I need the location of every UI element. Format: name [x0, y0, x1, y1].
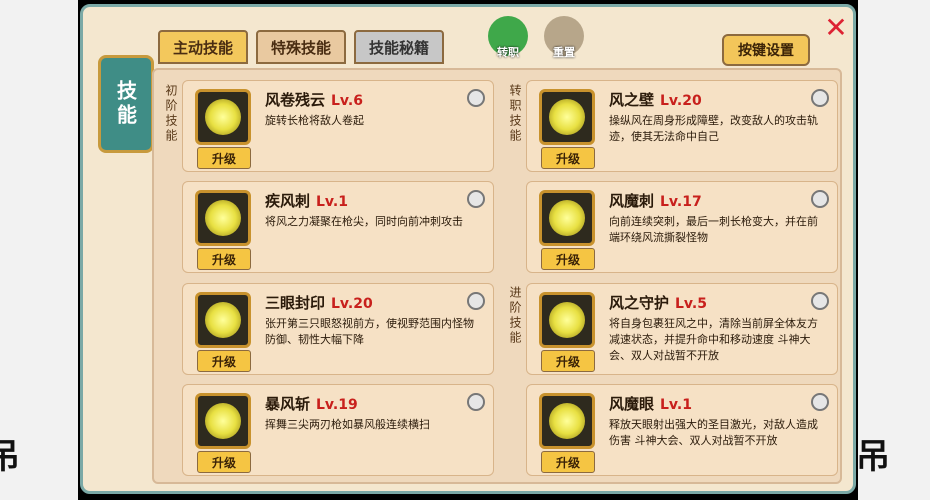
section-label-transfer: 转职技能	[508, 84, 522, 144]
skill-name-line: 三眼封印 Lv.20	[265, 292, 373, 313]
transfer-icon[interactable]: 转职	[488, 16, 528, 59]
skill-name: 暴风斩	[265, 395, 311, 413]
skill-icon[interactable]	[195, 190, 251, 246]
skill-name: 风之守护	[609, 294, 670, 312]
skill-card[interactable]: 升级 风魔刺 Lv.17 向前连续突刺，最后一刺长枪变大，并在前端环绕风流撕裂怪物	[526, 181, 838, 273]
skill-description: 挥舞三尖两刃枪如暴风般连续横扫	[265, 418, 430, 431]
skill-name: 风魔眼	[609, 395, 655, 413]
skill-level: Lv.5	[675, 296, 707, 312]
detail-toggle-icon[interactable]	[811, 393, 829, 411]
skill-icon[interactable]	[539, 89, 595, 145]
skill-description: 将风之力凝聚在枪尖，同时向前冲刺攻击	[265, 215, 463, 228]
skill-description: 将自身包裹狂风之中，清除当前屏全体友方减速状态，并提升命中和移动速度 斗神大会、…	[609, 317, 818, 362]
wind-glow-icon	[205, 403, 241, 439]
skill-description: 操纵风在周身形成障壁，改变敌人的攻击轨迹，使其无法命中自己	[609, 114, 818, 143]
skill-name-line: 风魔眼 Lv.1	[609, 393, 692, 414]
skill-name: 风魔刺	[609, 192, 655, 210]
detail-toggle-icon[interactable]	[467, 190, 485, 208]
skill-level: Lv.20	[331, 296, 373, 312]
reset-label: 重置	[553, 46, 575, 59]
skill-icon[interactable]	[195, 393, 251, 449]
upgrade-button[interactable]: 升级	[541, 147, 595, 169]
skill-icon[interactable]	[539, 190, 595, 246]
skill-name: 风之壁	[609, 91, 655, 109]
wind-glow-icon	[205, 200, 241, 236]
skill-card[interactable]: 升级 三眼封印 Lv.20 张开第三只眼怒视前方，使视野范围内怪物防御、韧性大幅下降	[182, 283, 494, 375]
skill-name-line: 风之守护 Lv.5	[609, 292, 707, 313]
section-label-basic: 初阶技能	[164, 84, 178, 144]
right-side-text: 吊	[858, 437, 890, 477]
skill-description: 张开第三只眼怒视前方，使视野范围内怪物防御、韧性大幅下降	[265, 317, 474, 346]
tab-special-skills[interactable]: 特殊技能	[256, 30, 346, 64]
skill-level: Lv.1	[660, 397, 692, 413]
skill-name-line: 暴风斩 Lv.19	[265, 393, 358, 414]
skill-icon[interactable]	[195, 89, 251, 145]
skill-name-line: 风魔刺 Lv.17	[609, 190, 702, 211]
skill-card[interactable]: 升级 暴风斩 Lv.19 挥舞三尖两刃枪如暴风般连续横扫	[182, 384, 494, 476]
skill-level: Lv.1	[316, 194, 348, 210]
upgrade-button[interactable]: 升级	[197, 248, 251, 270]
detail-toggle-icon[interactable]	[811, 292, 829, 310]
upgrade-button[interactable]: 升级	[541, 248, 595, 270]
wind-glow-icon	[549, 403, 585, 439]
detail-toggle-icon[interactable]	[811, 89, 829, 107]
skill-icon[interactable]	[539, 393, 595, 449]
left-side-text: 吊	[0, 437, 20, 477]
skill-name-line: 风之壁 Lv.20	[609, 89, 702, 110]
skill-card[interactable]: 升级 风卷残云 Lv.6 旋转长枪将敌人卷起	[182, 80, 494, 172]
right-side-image: 吊	[858, 0, 930, 500]
skill-level: Lv.17	[660, 194, 702, 210]
tab-active-skills[interactable]: 主动技能	[158, 30, 248, 64]
skill-name: 三眼封印	[265, 294, 326, 312]
detail-toggle-icon[interactable]	[467, 393, 485, 411]
keyset-button[interactable]: 按键设置	[722, 34, 810, 66]
transfer-label: 转职	[497, 46, 519, 59]
skill-description: 旋转长枪将敌人卷起	[265, 114, 364, 127]
skill-name-line: 风卷残云 Lv.6	[265, 89, 363, 110]
section-label-advanced: 进阶技能	[508, 286, 522, 346]
upgrade-button[interactable]: 升级	[541, 451, 595, 473]
upgrade-button[interactable]: 升级	[197, 451, 251, 473]
wind-glow-icon	[205, 99, 241, 135]
tab-skill-books[interactable]: 技能秘籍	[354, 30, 444, 64]
skill-card[interactable]: 升级 风魔眼 Lv.1 释放天眼射出强大的圣目激光，对敌人造成伤害 斗神大会、双人对战…	[526, 384, 838, 476]
detail-toggle-icon[interactable]	[467, 292, 485, 310]
detail-toggle-icon[interactable]	[811, 190, 829, 208]
skill-icon[interactable]	[539, 292, 595, 348]
left-side-image: 吊	[0, 0, 78, 500]
skill-card[interactable]: 升级 风之壁 Lv.20 操纵风在周身形成障壁，改变敌人的攻击轨迹，使其无法命中自己	[526, 80, 838, 172]
skill-level: Lv.19	[316, 397, 358, 413]
skill-name-line: 疾风刺 Lv.1	[265, 190, 348, 211]
skill-card[interactable]: 升级 风之守护 Lv.5 将自身包裹狂风之中，清除当前屏全体友方减速状态，并提升命中和…	[526, 283, 838, 375]
skill-level: Lv.6	[331, 93, 363, 109]
detail-toggle-icon[interactable]	[467, 89, 485, 107]
close-icon[interactable]: ✕	[822, 14, 850, 42]
upgrade-button[interactable]: 升级	[541, 350, 595, 372]
wind-glow-icon	[205, 302, 241, 338]
skill-icon[interactable]	[195, 292, 251, 348]
skill-description: 向前连续突刺，最后一刺长枪变大，并在前端环绕风流撕裂怪物	[609, 215, 818, 244]
upgrade-button[interactable]: 升级	[197, 147, 251, 169]
wind-glow-icon	[549, 302, 585, 338]
skill-description: 释放天眼射出强大的圣目激光，对敌人造成伤害 斗神大会、双人对战暂不开放	[609, 418, 818, 447]
skill-name: 风卷残云	[265, 91, 326, 109]
skill-card[interactable]: 升级 疾风刺 Lv.1 将风之力凝聚在枪尖，同时向前冲刺攻击	[182, 181, 494, 273]
skill-level: Lv.20	[660, 93, 702, 109]
upgrade-button[interactable]: 升级	[197, 350, 251, 372]
wind-glow-icon	[549, 99, 585, 135]
skill-name: 疾风刺	[265, 192, 311, 210]
reset-icon[interactable]: 重置	[544, 16, 584, 59]
skill-book-emblem: 技能	[98, 55, 154, 153]
wind-glow-icon	[549, 200, 585, 236]
